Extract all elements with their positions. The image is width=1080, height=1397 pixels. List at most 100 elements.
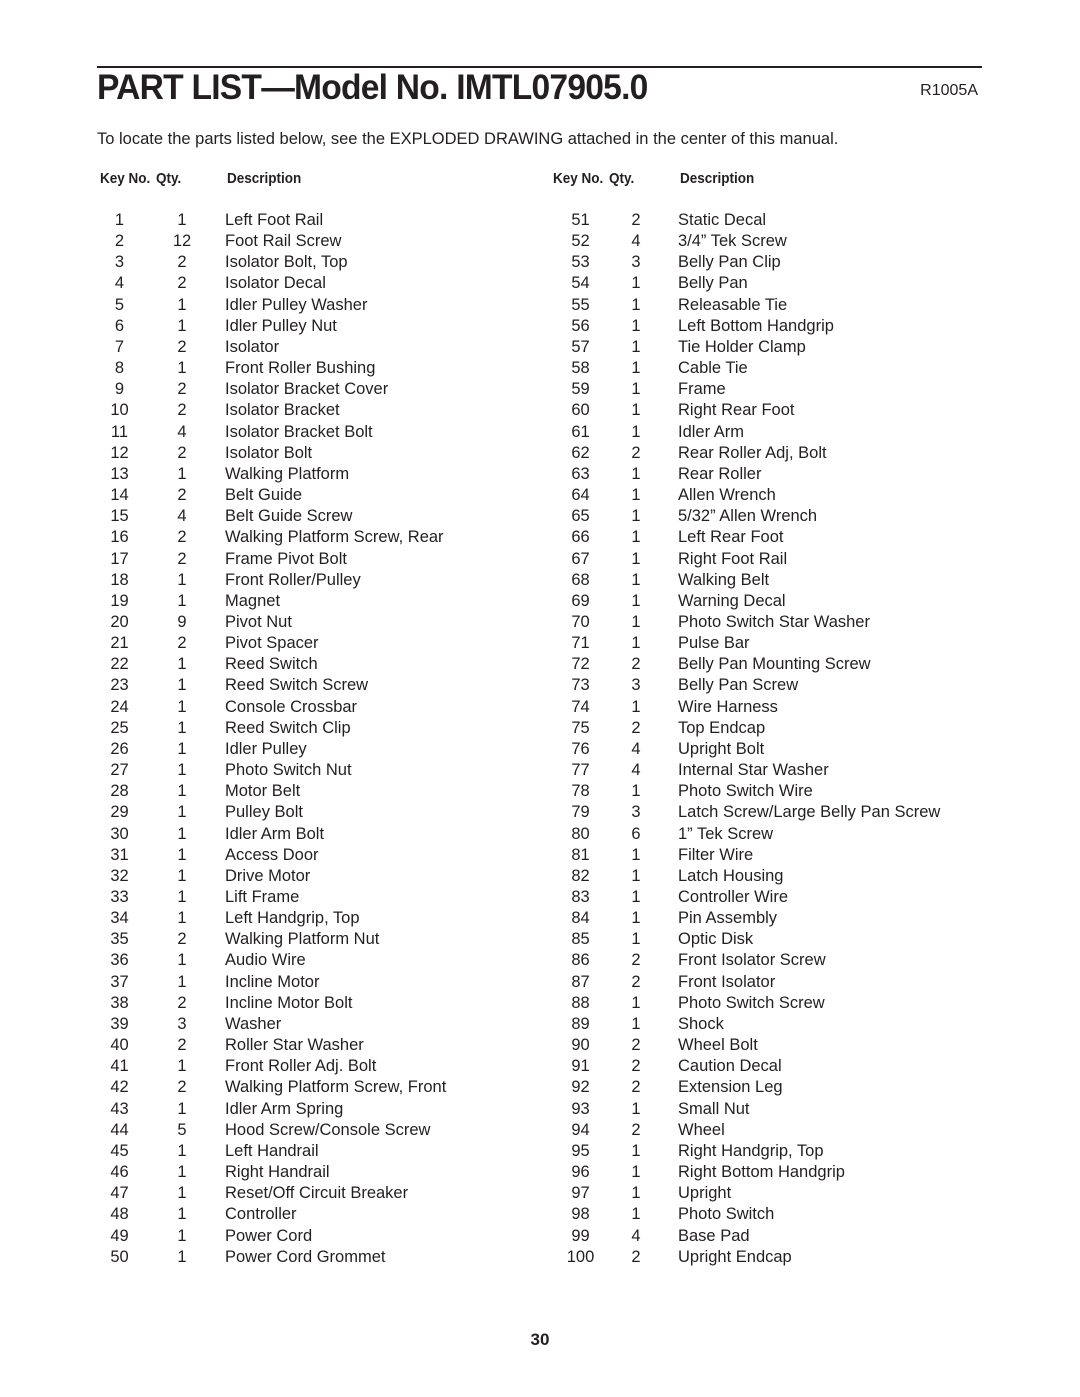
part-description: Washer — [225, 1014, 282, 1033]
part-description: Isolator — [225, 337, 280, 356]
part-description: Pin Assembly — [678, 909, 778, 928]
part-qty: 1 — [177, 316, 187, 335]
part-key-no: 90 — [571, 1036, 590, 1055]
part-description: Belt Guide — [225, 486, 303, 505]
part-qty: 2 — [177, 549, 187, 568]
part-description: Internal Star Washer — [678, 761, 829, 780]
part-key-no: 96 — [571, 1163, 590, 1182]
part-key-no: 8 — [114, 359, 125, 378]
part-qty: 1 — [631, 295, 641, 314]
part-key-no: 24 — [110, 697, 129, 716]
part-key-no: 83 — [571, 888, 590, 906]
part-key-no: 51 — [571, 211, 590, 229]
part-qty: 1 — [177, 676, 187, 695]
part-description: Lift Frame — [225, 888, 300, 906]
part-key-no: 30 — [110, 824, 129, 843]
part-description: Latch Housing — [678, 866, 784, 885]
part-qty: 2 — [177, 401, 187, 420]
part-key-no: 52 — [571, 232, 590, 251]
part-qty: 1 — [177, 655, 187, 674]
part-description: Belt Guide Screw — [225, 507, 353, 526]
part-description: Upright — [678, 1184, 732, 1203]
part-description: Reset/Off Circuit Breaker — [225, 1184, 409, 1203]
header-key-no: Key No. — [553, 170, 604, 187]
part-key-no: 46 — [110, 1163, 129, 1182]
part-key-no: 34 — [110, 909, 129, 928]
part-key-no: 36 — [110, 951, 129, 970]
part-qty: 1 — [177, 1226, 187, 1245]
part-key-no: 38 — [110, 993, 129, 1012]
part-qty: 1 — [177, 211, 187, 229]
part-description: Walking Platform — [225, 464, 350, 483]
part-key-no: 80 — [571, 824, 590, 843]
part-qty: 12 — [172, 232, 192, 251]
part-qty: 1 — [177, 972, 187, 991]
part-qty: 1 — [631, 507, 641, 526]
part-key-no: 93 — [571, 1099, 590, 1118]
part-description: Wire Harness — [678, 697, 778, 716]
part-description: Reed Switch Clip — [225, 718, 351, 737]
part-qty: 1 — [177, 570, 187, 589]
part-description: Pulley Bolt — [225, 803, 303, 822]
part-qty: 2 — [177, 1036, 187, 1055]
part-description: Idler Pulley Washer — [225, 295, 368, 314]
part-key-no: 45 — [110, 1141, 129, 1160]
part-description: Front Roller Adj. Bolt — [225, 1057, 377, 1076]
part-qty: 3 — [631, 803, 641, 822]
part-qty: 1 — [177, 761, 187, 780]
part-qty: 2 — [177, 528, 187, 547]
part-description: Left Bottom Handgrip — [678, 316, 834, 335]
part-key-no: 14 — [110, 486, 129, 505]
part-key-no: 61 — [571, 422, 590, 441]
part-description: Idler Pulley Nut — [225, 316, 337, 335]
part-qty: 1 — [631, 337, 641, 356]
part-key-no: 4 — [114, 274, 125, 293]
part-description: Pivot Spacer — [225, 634, 319, 653]
part-qty: 1 — [177, 1184, 187, 1203]
part-qty: 2 — [177, 1078, 187, 1097]
part-qty: 2 — [631, 443, 641, 462]
part-key-no: 49 — [110, 1226, 129, 1245]
part-qty: 1 — [631, 1205, 641, 1224]
part-description: Photo Switch Nut — [225, 761, 352, 780]
part-key-no: 98 — [571, 1205, 590, 1224]
part-key-no: 99 — [571, 1226, 590, 1245]
part-description: Base Pad — [678, 1226, 750, 1245]
part-qty: 1 — [177, 951, 187, 970]
part-key-no: 66 — [571, 528, 590, 547]
part-description: Small Nut — [678, 1099, 750, 1118]
part-description: 5/32” Allen Wrench — [678, 507, 818, 526]
part-description: Upright Bolt — [678, 739, 765, 758]
part-key-no: 74 — [571, 697, 590, 716]
header-qty: Qty. — [156, 170, 182, 187]
part-qty: 1 — [631, 359, 641, 378]
part-description: Latch Screw/Large Belly Pan Screw — [678, 803, 941, 822]
part-description: 3/4” Tek Screw — [678, 232, 787, 251]
part-key-no: 57 — [571, 337, 590, 356]
part-description: Photo Switch Star Washer — [678, 612, 870, 631]
part-qty: 2 — [177, 443, 187, 462]
part-key-no: 48 — [110, 1205, 129, 1224]
part-key-no: 44 — [110, 1120, 129, 1139]
part-qty: 2 — [177, 337, 187, 356]
part-key-no: 29 — [110, 803, 129, 822]
part-qty: 1 — [177, 1057, 187, 1076]
part-qty: 3 — [631, 253, 641, 272]
part-qty: 2 — [177, 634, 187, 653]
part-key-no: 7 — [114, 337, 125, 356]
part-qty: 1 — [631, 1099, 641, 1118]
part-qty: 1 — [631, 486, 641, 505]
part-key-no: 10 — [110, 401, 129, 420]
part-description: Static Decal — [678, 211, 767, 229]
part-description: Walking Belt — [678, 570, 770, 589]
part-qty: 2 — [631, 211, 641, 229]
part-key-no: 16 — [110, 528, 129, 547]
part-description: Hood Screw/Console Screw — [225, 1120, 431, 1139]
document-code: R1005A — [920, 82, 978, 99]
part-key-no: 12 — [110, 443, 129, 462]
part-qty: 6 — [631, 824, 641, 843]
part-key-no: 11 — [110, 422, 129, 441]
part-qty: 2 — [177, 486, 187, 505]
part-description: Top Endcap — [678, 718, 766, 737]
part-description: Reed Switch — [225, 655, 318, 674]
